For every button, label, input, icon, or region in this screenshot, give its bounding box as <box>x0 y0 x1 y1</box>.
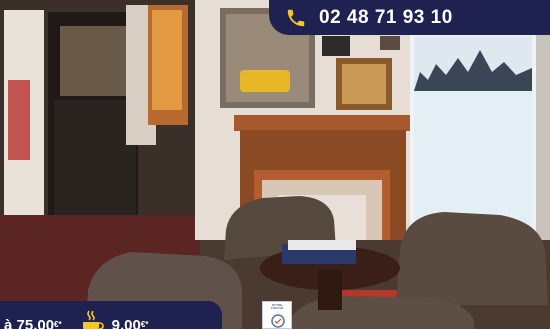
phone-banner[interactable]: 02 48 71 93 10 <box>269 0 550 35</box>
room-price-currency: €* <box>54 320 62 329</box>
breakfast-price-currency: €* <box>140 320 149 329</box>
review-badge: NOTRE TROUVÉ <box>262 301 292 329</box>
hotel-lounge-photo <box>0 0 550 329</box>
room-price: à 75,00€* <box>4 318 62 329</box>
badge-logo-icon <box>271 314 285 328</box>
coffee-cup-icon <box>82 310 104 329</box>
breakfast-price-value: 9,00 <box>111 317 141 329</box>
phone-number[interactable]: 02 48 71 93 10 <box>319 7 453 29</box>
room-price-value: à 75,00 <box>4 317 55 329</box>
price-bar: à 75,00€* 9,00€* <box>0 301 222 329</box>
breakfast-price: 9,00€* <box>112 318 149 329</box>
phone-icon <box>287 9 305 26</box>
